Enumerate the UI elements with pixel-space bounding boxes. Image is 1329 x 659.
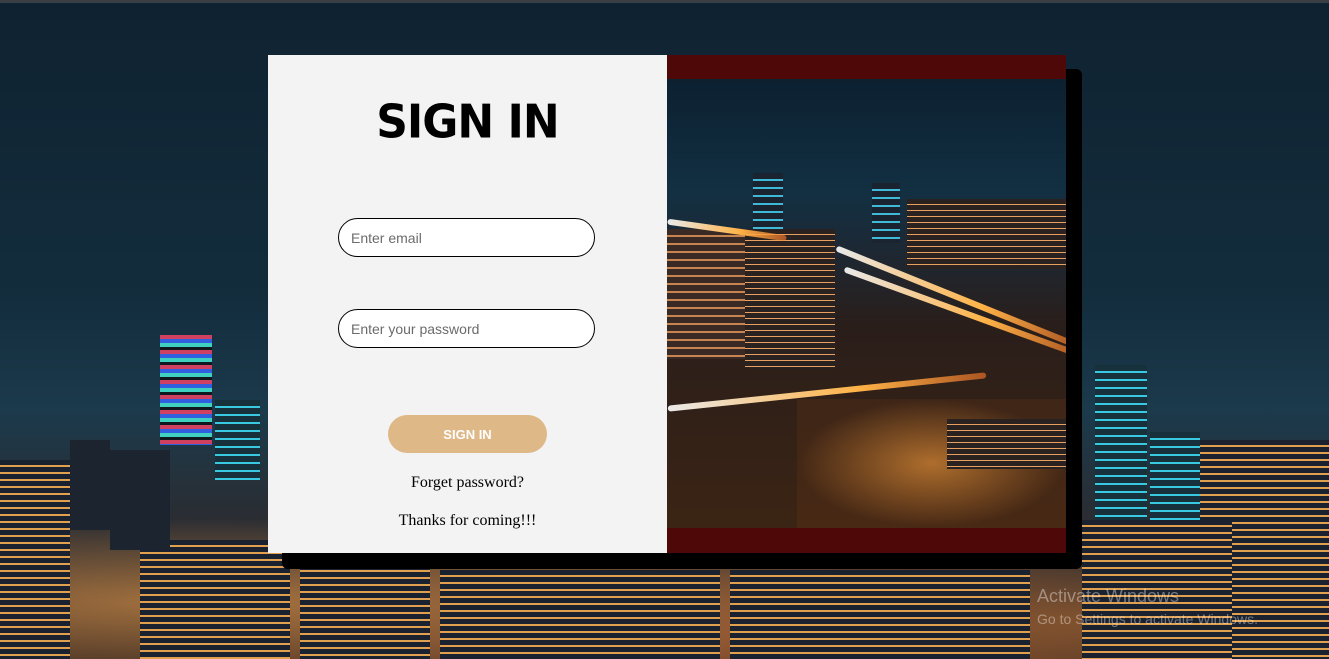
signin-button[interactable]: SIGN IN: [388, 415, 547, 453]
background-tower: [215, 400, 260, 480]
signin-form-panel: SIGN IN SIGN IN Forget password? Thanks …: [268, 55, 667, 553]
signin-title: SIGN IN: [376, 95, 560, 150]
password-input[interactable]: [338, 309, 595, 348]
photo-building: [667, 229, 757, 359]
photo-light-trail: [843, 266, 1066, 358]
background-tower: [70, 440, 110, 530]
image-panel: [667, 55, 1066, 553]
footer-message: Thanks for coming!!!: [398, 512, 537, 529]
photo-tower: [753, 173, 783, 233]
city-night-photo: [667, 79, 1066, 528]
photo-building: [907, 199, 1066, 269]
background-tower: [160, 335, 212, 445]
background-building: [140, 540, 290, 659]
background-tower: [1150, 432, 1200, 522]
background-building: [300, 565, 430, 659]
photo-building: [947, 419, 1066, 469]
forgot-password-link[interactable]: Forget password?: [268, 474, 667, 492]
activate-windows-watermark-subtitle: Go to Settings to activate Windows.: [1037, 611, 1258, 627]
background-building: [730, 570, 1030, 659]
background-building: [0, 460, 70, 659]
background-tower: [1095, 365, 1147, 525]
top-border: [0, 0, 1329, 3]
photo-building: [745, 229, 835, 369]
email-input[interactable]: [338, 218, 595, 257]
background-building: [110, 450, 170, 550]
signin-card: SIGN IN SIGN IN Forget password? Thanks …: [268, 55, 1066, 553]
activate-windows-watermark-title: Activate Windows: [1037, 586, 1180, 606]
photo-tower: [872, 183, 900, 243]
background-building: [440, 570, 720, 659]
